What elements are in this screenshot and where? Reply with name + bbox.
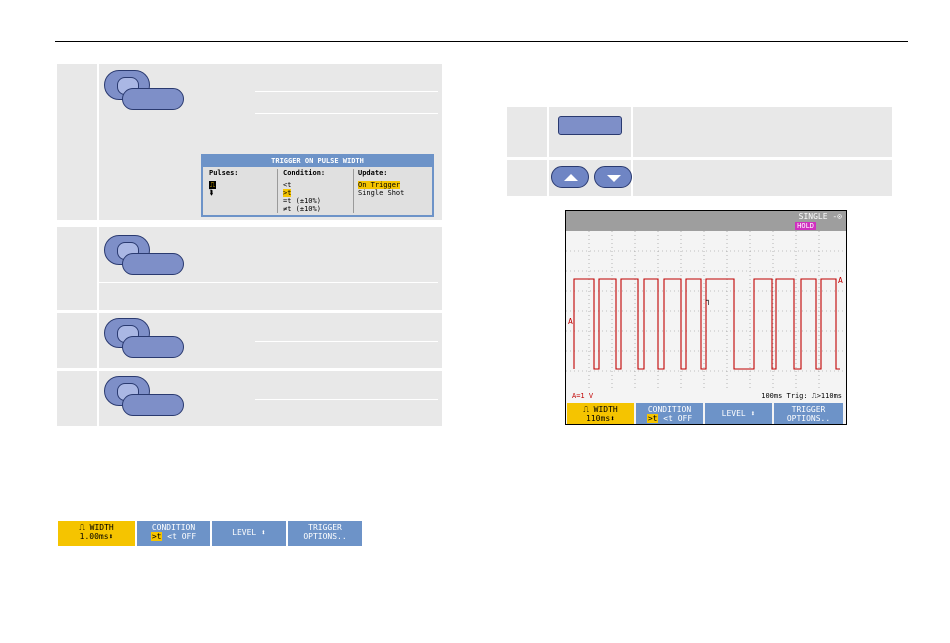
update-header: Update: — [358, 169, 388, 177]
menu-title: TRIGGER ON PULSE WIDTH — [203, 156, 432, 167]
negative-pulse-option[interactable]: ⮯ — [209, 189, 213, 197]
waveform-area: A A ┐ — [566, 231, 846, 391]
channel-a-scale: A=1 V — [572, 392, 594, 400]
pulses-column: Pulses: ⎍ ⮯ — [209, 169, 239, 197]
softkey-bar-scope: ⎍ WIDTH 110ms⬍ CONDITION >t <t OFF LEVEL… — [567, 403, 843, 424]
channel-a-right-marker: A — [838, 276, 843, 285]
update-column: Update: On Trigger Single Shot — [358, 169, 404, 197]
condition-lt[interactable]: <t — [283, 181, 291, 189]
condition-eq[interactable]: =t (±10%) — [283, 197, 321, 205]
arrow-pad-with-key-2[interactable] — [104, 235, 184, 280]
arrow-pad-with-key-4[interactable] — [104, 376, 184, 421]
function-key[interactable] — [122, 336, 184, 358]
arrow-down-key[interactable] — [594, 166, 632, 188]
timebase-trigger-status: 100ms Trig: ⎍>110ms — [761, 392, 842, 400]
function-key[interactable] — [122, 253, 184, 275]
arrow-down-icon — [607, 175, 621, 182]
condition-gt[interactable]: >t — [283, 189, 292, 197]
condition-header: Condition: — [283, 169, 326, 177]
scope-level-softkey[interactable]: LEVEL ⬍ — [705, 403, 772, 424]
level-softkey[interactable]: LEVEL ⬍ — [212, 521, 286, 546]
scope-screen: SINGLE -⊙ HOLD A A ┐ A=1 V 100ms Trig: ⎍… — [565, 210, 847, 425]
trigger-pulse-width-menu: TRIGGER ON PULSE WIDTH Pulses: ⎍ ⮯ Condi… — [201, 154, 434, 217]
softkey-bar-left: ⎍ WIDTH 1.00ms⬍ CONDITION >t <t OFF LEVE… — [58, 521, 362, 546]
scope-readout-bar: A=1 V 100ms Trig: ⎍>110ms — [566, 391, 846, 402]
condition-column: Condition: <t >t =t (±10%) ≠t (±10%) — [283, 169, 325, 213]
hold-badge: HOLD — [795, 222, 816, 230]
trigger-options-softkey[interactable]: TRIGGER OPTIONS.. — [288, 521, 362, 546]
scope-pulse-width-softkey[interactable]: ⎍ WIDTH 110ms⬍ — [567, 403, 634, 424]
arrow-pad-with-key-1[interactable] — [104, 70, 184, 115]
header-rule — [55, 41, 908, 42]
trigger-marker: ┐ — [705, 296, 711, 306]
condition-softkey[interactable]: CONDITION >t <t OFF — [137, 521, 210, 546]
pulse-width-softkey[interactable]: ⎍ WIDTH 1.00ms⬍ — [58, 521, 135, 546]
scope-status-bar: SINGLE -⊙ HOLD — [566, 211, 846, 231]
function-key[interactable] — [122, 88, 184, 110]
scope-trigger-options-softkey[interactable]: TRIGGER OPTIONS.. — [774, 403, 843, 424]
scope-condition-softkey[interactable]: CONDITION >t <t OFF — [636, 403, 703, 424]
positive-pulse-option[interactable]: ⎍ — [209, 181, 216, 189]
condition-ne[interactable]: ≠t (±10%) — [283, 205, 321, 213]
hold-run-key[interactable] — [558, 116, 622, 135]
update-single-shot[interactable]: Single Shot — [358, 189, 404, 197]
update-on-trigger[interactable]: On Trigger — [358, 181, 401, 189]
pulses-header: Pulses: — [209, 169, 239, 177]
arrow-up-icon — [564, 174, 578, 181]
acquisition-mode: SINGLE -⊙ — [798, 212, 842, 221]
arrow-pad-with-key-3[interactable] — [104, 318, 184, 363]
channel-a-trace — [573, 278, 840, 370]
channel-a-zero-marker: A — [568, 317, 573, 326]
arrow-up-key[interactable] — [551, 166, 589, 188]
function-key[interactable] — [122, 394, 184, 416]
